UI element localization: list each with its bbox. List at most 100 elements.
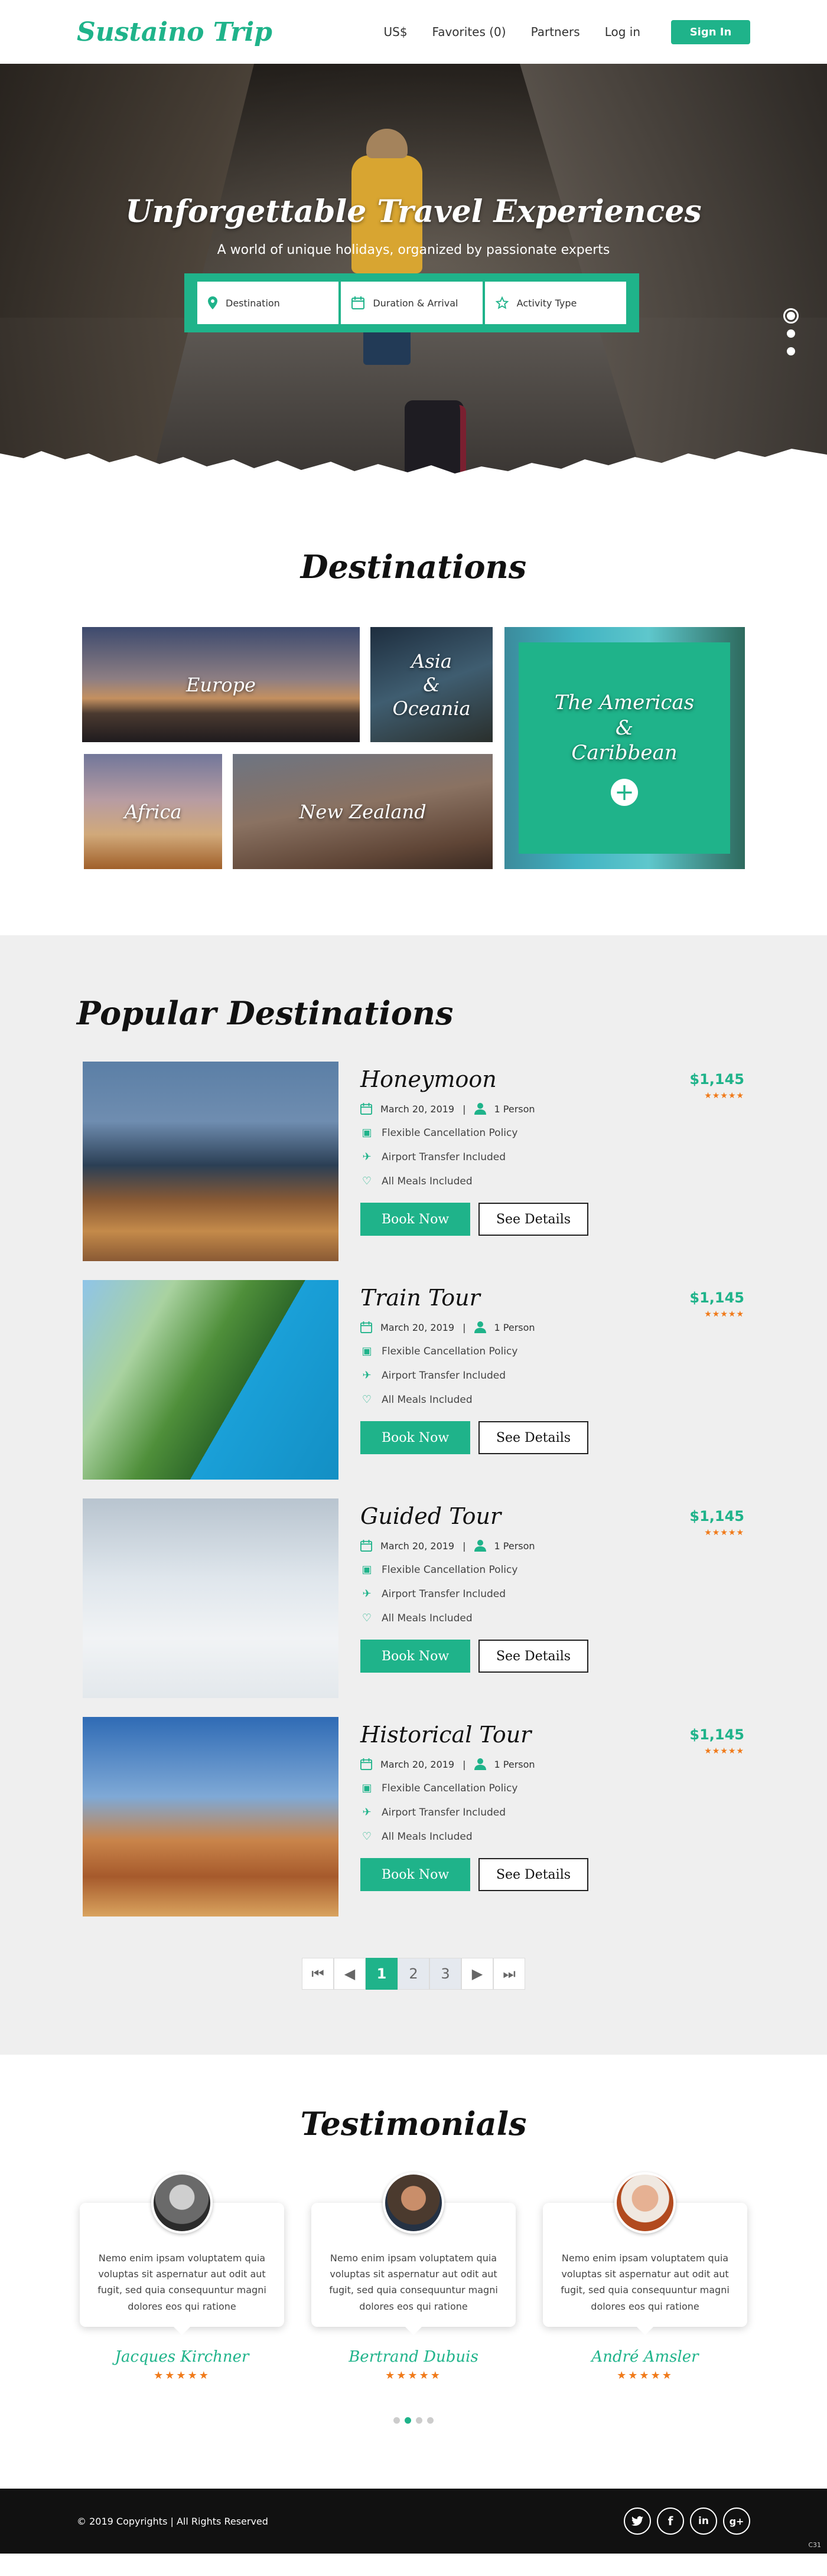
feature-label: All Meals Included (382, 1175, 473, 1187)
location-pin-icon (208, 296, 217, 309)
slider-dot[interactable] (393, 2417, 400, 2424)
tour-feature: ♡ All Meals Included (360, 1612, 744, 1624)
see-details-button[interactable]: See Details (478, 1203, 588, 1236)
sign-in-button[interactable]: Sign In (671, 19, 750, 44)
tour-feature: ✈ Airport Transfer Included (360, 1151, 744, 1163)
tour-meta: March 20, 2019 | 1 Person (360, 1321, 744, 1333)
heart-icon: ♡ (362, 1175, 372, 1187)
slider-dot[interactable] (427, 2417, 434, 2424)
tour-card: Train Tour $1,145 ★★★★★ March 20, 2019 |… (83, 1280, 744, 1480)
calendar-icon (360, 1321, 372, 1333)
partners-link[interactable]: Partners (531, 25, 580, 39)
see-details-button[interactable]: See Details (478, 1421, 588, 1454)
airplane-icon: ✈ (362, 1806, 372, 1818)
heart-icon: ♡ (362, 1612, 372, 1624)
book-now-button[interactable]: Book Now (360, 1858, 470, 1891)
calendar-icon (351, 296, 365, 309)
tour-date: March 20, 2019 (380, 1103, 455, 1115)
tour-image[interactable] (83, 1717, 338, 1917)
book-now-button[interactable]: Book Now (360, 1640, 470, 1673)
login-link[interactable]: Log in (605, 25, 640, 39)
book-now-button[interactable]: Book Now (360, 1203, 470, 1236)
shield-check-icon: ▣ (362, 1563, 372, 1576)
tour-info: Guided Tour $1,145 ★★★★★ March 20, 2019 … (360, 1503, 744, 1673)
testimonial-rating: ★★★★★ (154, 2369, 210, 2382)
feature-label: Airport Transfer Included (382, 1369, 506, 1382)
tour-feature: ✈ Airport Transfer Included (360, 1806, 744, 1818)
page-2[interactable]: 2 (398, 1958, 429, 1990)
tour-image[interactable] (83, 1280, 338, 1480)
tour-image[interactable] (83, 1498, 338, 1698)
plus-icon[interactable]: + (611, 778, 638, 806)
person-icon (474, 1540, 486, 1552)
tour-name[interactable]: Historical Tour (360, 1722, 744, 1748)
see-details-button[interactable]: See Details (478, 1858, 588, 1891)
tour-actions: Book Now See Details (360, 1858, 744, 1891)
destination-tile-europe[interactable]: Europe (82, 627, 360, 742)
tour-actions: Book Now See Details (360, 1203, 744, 1236)
person-icon (474, 1758, 486, 1770)
avatar (383, 2172, 444, 2234)
tour-rating: ★★★★★ (704, 1746, 744, 1756)
tour-actions: Book Now See Details (360, 1421, 744, 1454)
duration-field[interactable]: Duration & Arrival (341, 282, 483, 324)
twitter-icon[interactable] (624, 2508, 651, 2535)
tour-price: $1,145 (689, 1289, 744, 1306)
prev-page-icon[interactable]: ◀ (334, 1958, 366, 1990)
slider-dot[interactable] (787, 347, 795, 355)
tile-label: Africa (124, 800, 182, 823)
slider-dot[interactable] (787, 329, 795, 338)
testimonial-cards: Nemo enim ipsam voluptatem quia voluptas… (0, 2172, 827, 2382)
feature-label: All Meals Included (382, 1393, 473, 1406)
calendar-icon (360, 1103, 372, 1115)
tour-name[interactable]: Train Tour (360, 1285, 744, 1311)
feature-label: Flexible Cancellation Policy (382, 1127, 518, 1139)
currency-link[interactable]: US$ (383, 25, 407, 39)
shield-check-icon: ▣ (362, 1782, 372, 1794)
torn-paper-edge (0, 449, 827, 477)
airplane-icon: ✈ (362, 1588, 372, 1600)
shield-check-icon: ▣ (362, 1345, 372, 1357)
activity-field[interactable]: Activity Type (484, 282, 626, 324)
search-bar: Destination Duration & Arrival Activity … (184, 273, 639, 332)
logo[interactable]: Sustaino Trip (77, 17, 383, 47)
book-now-button[interactable]: Book Now (360, 1421, 470, 1454)
person-icon (474, 1103, 486, 1115)
destination-tile-asia-oceania[interactable]: Asia & Oceania (370, 627, 493, 742)
slider-dot[interactable] (783, 308, 799, 324)
calendar-icon (360, 1758, 372, 1770)
slider-dot[interactable] (416, 2417, 422, 2424)
testimonials-title: Testimonials (300, 2105, 527, 2143)
tour-feature: ♡ All Meals Included (360, 1393, 744, 1406)
see-details-button[interactable]: See Details (478, 1640, 588, 1673)
popular-title: Popular Destinations (77, 994, 454, 1032)
facebook-icon[interactable]: f (657, 2508, 684, 2535)
linkedin-icon[interactable]: in (690, 2508, 717, 2535)
tour-name[interactable]: Guided Tour (360, 1503, 744, 1529)
tour-rating: ★★★★★ (704, 1091, 744, 1101)
slider-dot[interactable] (405, 2417, 411, 2424)
tour-card: Honeymoon $1,145 ★★★★★ March 20, 2019 | … (83, 1062, 744, 1261)
feature-label: Airport Transfer Included (382, 1806, 506, 1818)
next-page-icon[interactable]: ▶ (461, 1958, 493, 1990)
tour-list: Honeymoon $1,145 ★★★★★ March 20, 2019 | … (0, 1062, 827, 1917)
page-1[interactable]: 1 (366, 1958, 398, 1990)
tour-name[interactable]: Honeymoon (360, 1066, 744, 1092)
tile-label: Asia & Oceania (392, 649, 471, 720)
favorites-link[interactable]: Favorites (0) (432, 25, 506, 39)
destination-tile-new-zealand[interactable]: New Zealand (233, 754, 493, 869)
corner-badge: C31 (808, 2541, 821, 2549)
main-nav: US$ Favorites (0) Partners Log in Sign I… (383, 19, 750, 44)
first-page-icon[interactable]: ⏮ (302, 1958, 334, 1990)
googleplus-icon[interactable]: g+ (723, 2508, 750, 2535)
testimonial-card: Nemo enim ipsam voluptatem quia voluptas… (80, 2172, 284, 2382)
feature-label: Flexible Cancellation Policy (382, 1345, 518, 1357)
page-3[interactable]: 3 (429, 1958, 461, 1990)
testimonial-author: Bertrand Dubuis (349, 2348, 478, 2366)
last-page-icon[interactable]: ⏭ (493, 1958, 525, 1990)
testimonial-dots (0, 2417, 827, 2424)
tour-image[interactable] (83, 1062, 338, 1261)
destination-field[interactable]: Destination (197, 282, 339, 324)
destination-tile-africa[interactable]: Africa (84, 754, 222, 869)
destination-tile-americas[interactable]: The Americas & Caribbean + (504, 627, 745, 869)
